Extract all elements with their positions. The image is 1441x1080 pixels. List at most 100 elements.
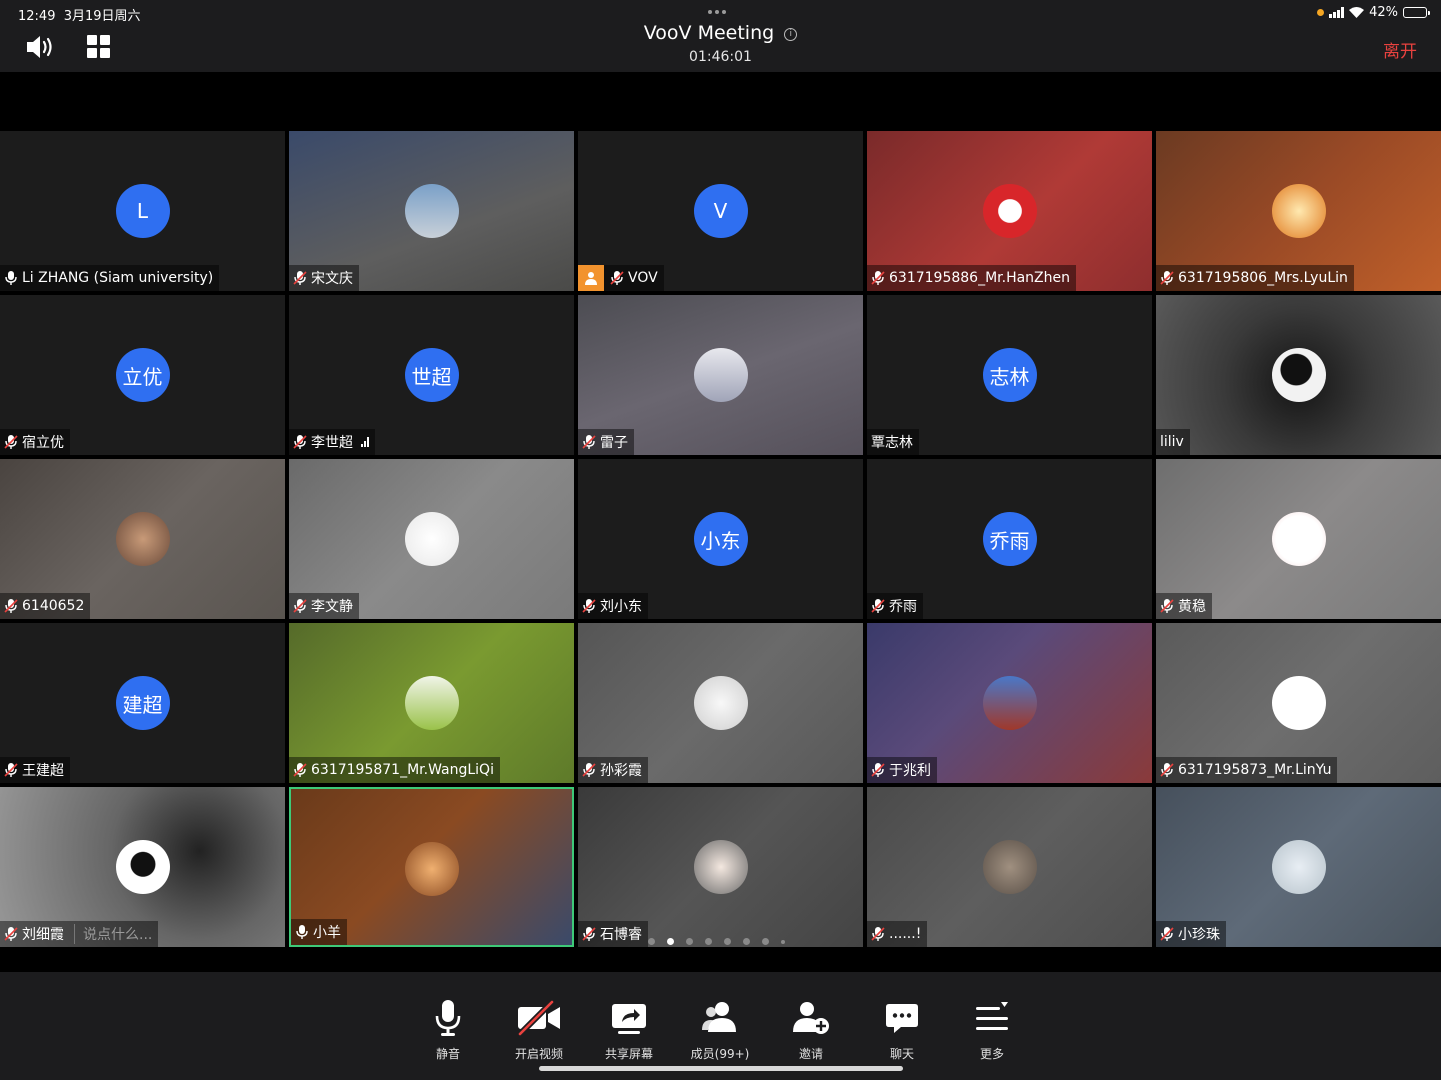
participant-avatar: [115, 840, 170, 894]
mic-muted-icon: [293, 599, 307, 613]
page-indicator[interactable]: [648, 938, 785, 945]
more-icon: [976, 1002, 1008, 1030]
page-dot[interactable]: [686, 938, 693, 945]
participant-tile[interactable]: 6317195871_Mr.WangLiQi: [289, 623, 574, 783]
participant-tile[interactable]: 小羊: [289, 787, 574, 947]
invite-button[interactable]: 邀请: [766, 998, 856, 1062]
participant-tile[interactable]: 于兆利: [867, 623, 1152, 783]
participant-name: VOV: [628, 270, 658, 286]
page-dot[interactable]: [667, 938, 674, 945]
participant-tile[interactable]: 乔雨 乔雨: [867, 459, 1152, 619]
mic-muted-icon: [871, 763, 885, 777]
page-dot[interactable]: [648, 938, 655, 945]
video-button[interactable]: 开启视频: [494, 998, 584, 1062]
mic-in-use-indicator: [1317, 9, 1325, 16]
mute-button[interactable]: 静音: [403, 998, 493, 1062]
participant-avatar: [1271, 840, 1326, 894]
participant-name: 刘小东: [600, 599, 642, 615]
participant-name: 覃志林: [871, 435, 913, 451]
participant-tile[interactable]: V VOV: [578, 131, 863, 291]
participant-name: 6317195873_Mr.LinYu: [1178, 762, 1332, 778]
participant-name-tag: 小羊: [291, 919, 347, 945]
participant-name-tag: liliv: [1156, 429, 1190, 455]
chat-icon: [886, 1004, 918, 1033]
participant-tile[interactable]: 石博睿: [578, 787, 863, 947]
participant-avatar: V: [693, 184, 748, 238]
chat-input-hint[interactable]: 说点什么...: [74, 924, 152, 944]
participant-tile[interactable]: 6140652: [0, 459, 285, 619]
participant-avatar: [693, 348, 748, 402]
mic-muted-icon: [582, 763, 596, 777]
participant-tile[interactable]: ......!: [867, 787, 1152, 947]
mute-label: 静音: [435, 1047, 460, 1061]
participant-tile[interactable]: 小东 刘小东: [578, 459, 863, 619]
page-dot[interactable]: [762, 938, 769, 945]
participant-tile[interactable]: liliv: [1156, 295, 1441, 455]
participant-name-tag: 石博睿: [578, 921, 648, 947]
participant-name-tag: 李文静: [289, 593, 359, 619]
speaker-button[interactable]: [25, 33, 57, 61]
participant-tile[interactable]: 李文静: [289, 459, 574, 619]
participant-name-tag: 小珍珠: [1156, 921, 1226, 947]
participant-name: 宿立优: [22, 435, 64, 451]
participant-name: Li ZHANG (Siam university): [22, 270, 214, 286]
participant-name: 乔雨: [889, 599, 917, 615]
participant-tile[interactable]: 志林 覃志林: [867, 295, 1152, 455]
mic-muted-icon: [293, 435, 307, 449]
participant-name-tag: 孙彩霞: [578, 757, 648, 783]
participant-tile[interactable]: 孙彩霞: [578, 623, 863, 783]
participant-tile[interactable]: 建超 王建超: [0, 623, 285, 783]
share-label: 共享屏幕: [604, 1047, 653, 1061]
participant-tile[interactable]: 立优宿立优: [0, 295, 285, 455]
cellular-signal-icon: [1329, 7, 1345, 18]
page-dot[interactable]: [724, 938, 731, 945]
status-time: 12:49 3月19日周六: [18, 5, 141, 24]
participant-name-tag: 6317195806_Mrs.LyuLin: [1156, 265, 1354, 291]
participant-avatar: [404, 842, 459, 896]
participant-name: 石博睿: [600, 927, 642, 943]
wifi-icon: [1349, 7, 1365, 18]
mic-muted-icon: [582, 599, 596, 613]
participant-name: 黄稳: [1178, 599, 1206, 615]
participant-tile[interactable]: L Li ZHANG (Siam university): [0, 131, 285, 291]
participant-tile[interactable]: 世超 李世超: [289, 295, 574, 455]
more-button[interactable]: 更多: [947, 998, 1037, 1062]
participant-tile[interactable]: 6317195806_Mrs.LyuLin: [1156, 131, 1441, 291]
date: 3月19日周六: [63, 9, 141, 24]
mic-icon: [296, 925, 308, 939]
mic-muted-icon: [4, 763, 18, 777]
video-off-icon: [517, 999, 560, 1037]
participant-tile[interactable]: 雷子: [578, 295, 863, 455]
members-button[interactable]: 成员(99+): [675, 998, 765, 1062]
participant-name-tag: 覃志林: [867, 429, 919, 455]
participant-tile[interactable]: 6317195873_Mr.LinYu: [1156, 623, 1441, 783]
home-indicator[interactable]: [539, 1066, 903, 1071]
mic-muted-icon: [1160, 599, 1174, 613]
participant-tile[interactable]: 刘细霞 说点什么...: [0, 787, 285, 947]
participant-name-tag: 乔雨: [867, 593, 923, 619]
speaker-icon: [27, 36, 52, 58]
participant-tile[interactable]: 黄稳: [1156, 459, 1441, 619]
participant-tile[interactable]: 宋文庆: [289, 131, 574, 291]
participant-name: 6140652: [22, 598, 85, 614]
participant-tile[interactable]: 小珍珠: [1156, 787, 1441, 947]
participant-avatar: [115, 512, 170, 566]
more-label: 更多: [979, 1047, 1004, 1061]
participant-tile[interactable]: 6317195886_Mr.HanZhen: [867, 131, 1152, 291]
participant-avatar: 立优: [115, 348, 170, 402]
participant-name: liliv: [1160, 434, 1184, 450]
participant-name-tag: 6317195873_Mr.LinYu: [1156, 757, 1338, 783]
page-dot[interactable]: [743, 938, 750, 945]
share-screen-button[interactable]: 共享屏幕: [584, 998, 674, 1062]
leave-button[interactable]: 离开: [1383, 37, 1417, 62]
info-icon[interactable]: i: [784, 27, 798, 41]
participant-avatar: [982, 676, 1037, 730]
chat-button[interactable]: 聊天: [857, 998, 947, 1062]
mic-muted-icon: [871, 271, 885, 285]
grid-view-button[interactable]: [87, 35, 111, 59]
mic-muted-icon: [582, 927, 596, 941]
page-dot[interactable]: [705, 938, 712, 945]
page-dot[interactable]: [781, 939, 785, 944]
participant-name-tag: ......!: [867, 921, 928, 947]
participant-name: 王建超: [22, 763, 64, 779]
